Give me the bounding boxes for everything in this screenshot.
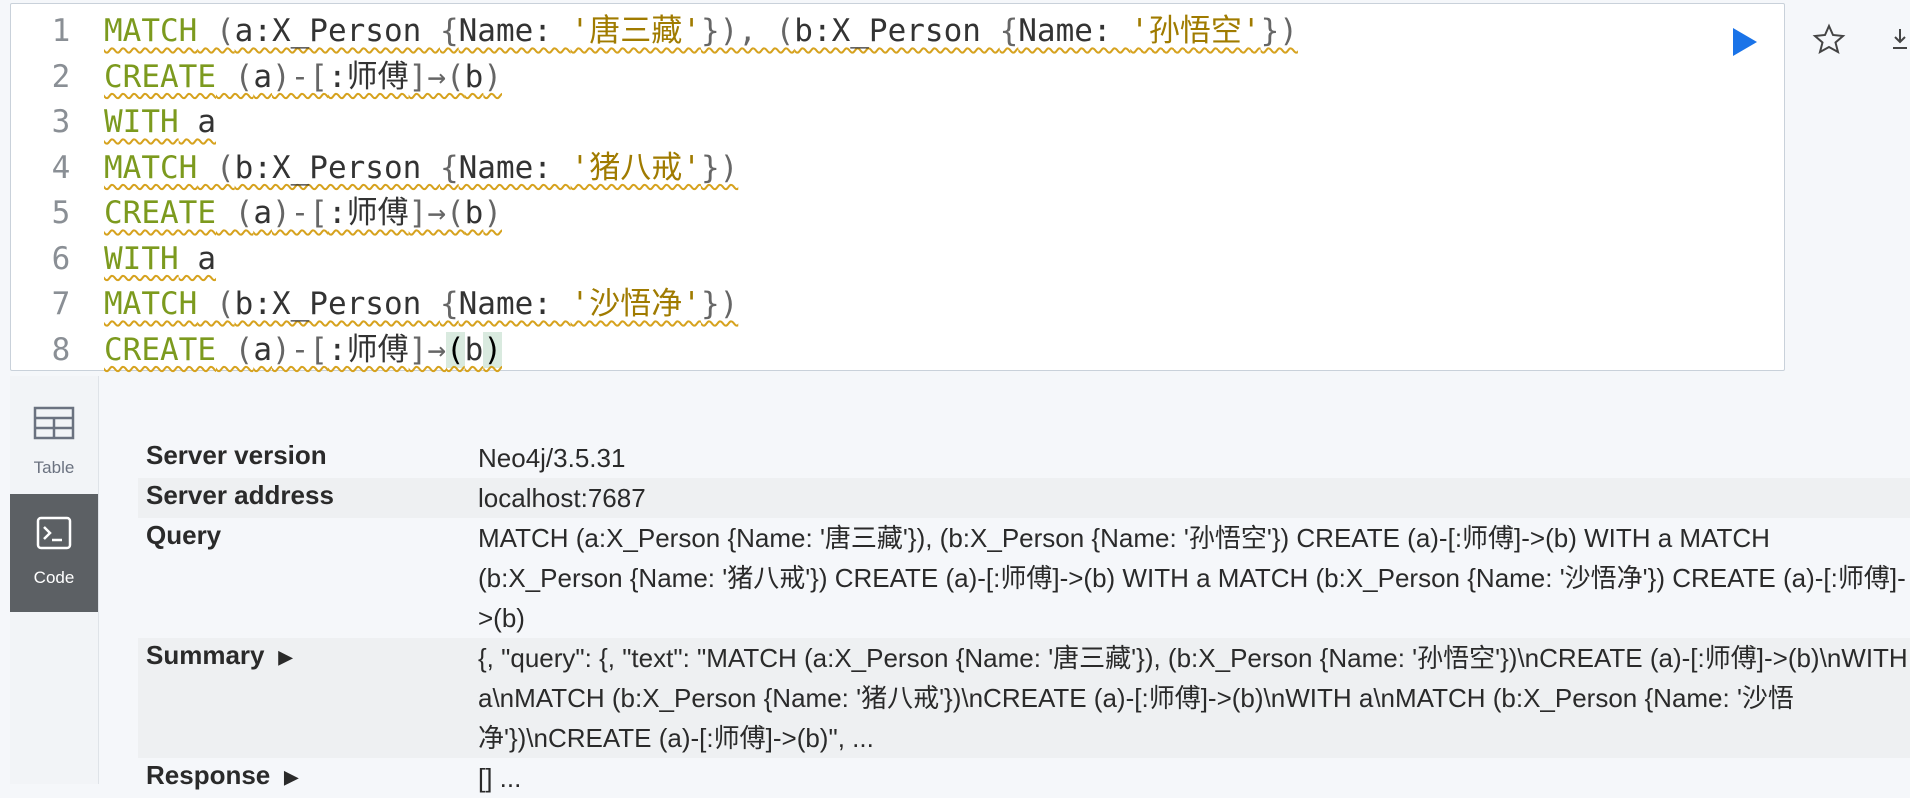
line-number: 5 [51,195,71,231]
result-key: Query [146,520,222,550]
code-line: 7 MATCH (b:X_Person {Name: '沙悟净'}) [11,281,1784,327]
result-key: Server version [146,440,327,470]
code-text: MATCH (a:X_Person {Name: '唐三藏'}), (b:X_P… [104,13,1298,49]
download-icon[interactable] [1890,26,1910,52]
code-line: 4 MATCH (b:X_Person {Name: '猪八戒'}) [11,145,1784,191]
code-text: WITH a [104,104,216,140]
response-toggle[interactable]: Response ▶ [146,760,298,791]
code-line: 8 CREATE (a)-[:师傅]→(b) [11,327,1784,373]
line-number: 7 [51,286,71,322]
line-number: 3 [51,104,71,140]
code-view-label: Code [33,568,75,587]
line-number: 6 [51,240,71,277]
result-value: {, "query": {, "text": "MATCH (a:X_Perso… [478,643,1908,753]
result-row-query: Query MATCH (a:X_Person {Name: '唐三藏'}), … [138,518,1910,638]
code-line: 3 WITH a [11,99,1784,145]
result-key: Response [146,760,271,790]
code-text: WITH a [104,240,216,277]
code-text: CREATE (a)-[:师傅]→(b) [104,331,502,368]
result-key: Server address [146,480,334,510]
terminal-icon [36,516,72,550]
line-number: 8 [51,331,71,368]
result-key: Summary [146,640,265,670]
code-text: CREATE (a)-[:师傅]→(b) [104,195,502,231]
result-value: localhost:7687 [478,483,646,513]
table-view-label: Table [33,458,75,477]
code-view-button[interactable]: Code [10,494,98,612]
line-number: 4 [51,149,71,186]
code-line: 6 WITH a [11,236,1784,282]
code-line: 2 CREATE (a)-[:师傅]→(b) [11,54,1784,100]
line-number: 1 [51,13,71,49]
result-value: Neo4j/3.5.31 [478,443,626,473]
result-value: MATCH (a:X_Person {Name: '唐三藏'}), (b:X_P… [478,523,1906,633]
caret-right-icon: ▶ [284,766,299,787]
code-text: MATCH (b:X_Person {Name: '沙悟净'}) [104,286,739,322]
result-row-server-address: Server address localhost:7687 [138,478,1910,518]
result-view-sidebar: Table Code [10,376,99,784]
star-icon[interactable] [1812,22,1846,56]
code-line: 5 CREATE (a)-[:师傅]→(b) [11,190,1784,236]
play-icon[interactable] [1730,25,1760,59]
summary-toggle[interactable]: Summary ▶ [146,640,292,671]
result-row-server-version: Server version Neo4j/3.5.31 [138,438,1910,478]
code-text: CREATE (a)-[:师傅]→(b) [104,58,502,95]
caret-right-icon: ▶ [278,646,293,667]
result-value: [] ... [478,763,522,793]
result-row-response: Response ▶ [] ... [138,758,1910,798]
line-number: 2 [51,58,71,95]
result-row-summary: Summary ▶ {, "query": {, "text": "MATCH (… [138,638,1910,758]
code-text: MATCH (b:X_Person {Name: '猪八戒'}) [104,149,739,186]
code-line: 1 MATCH (a:X_Person {Name: '唐三藏'}), (b:X_… [11,8,1784,54]
query-editor[interactable]: 1 MATCH (a:X_Person {Name: '唐三藏'}), (b:X_… [10,3,1785,371]
table-icon [33,406,75,440]
